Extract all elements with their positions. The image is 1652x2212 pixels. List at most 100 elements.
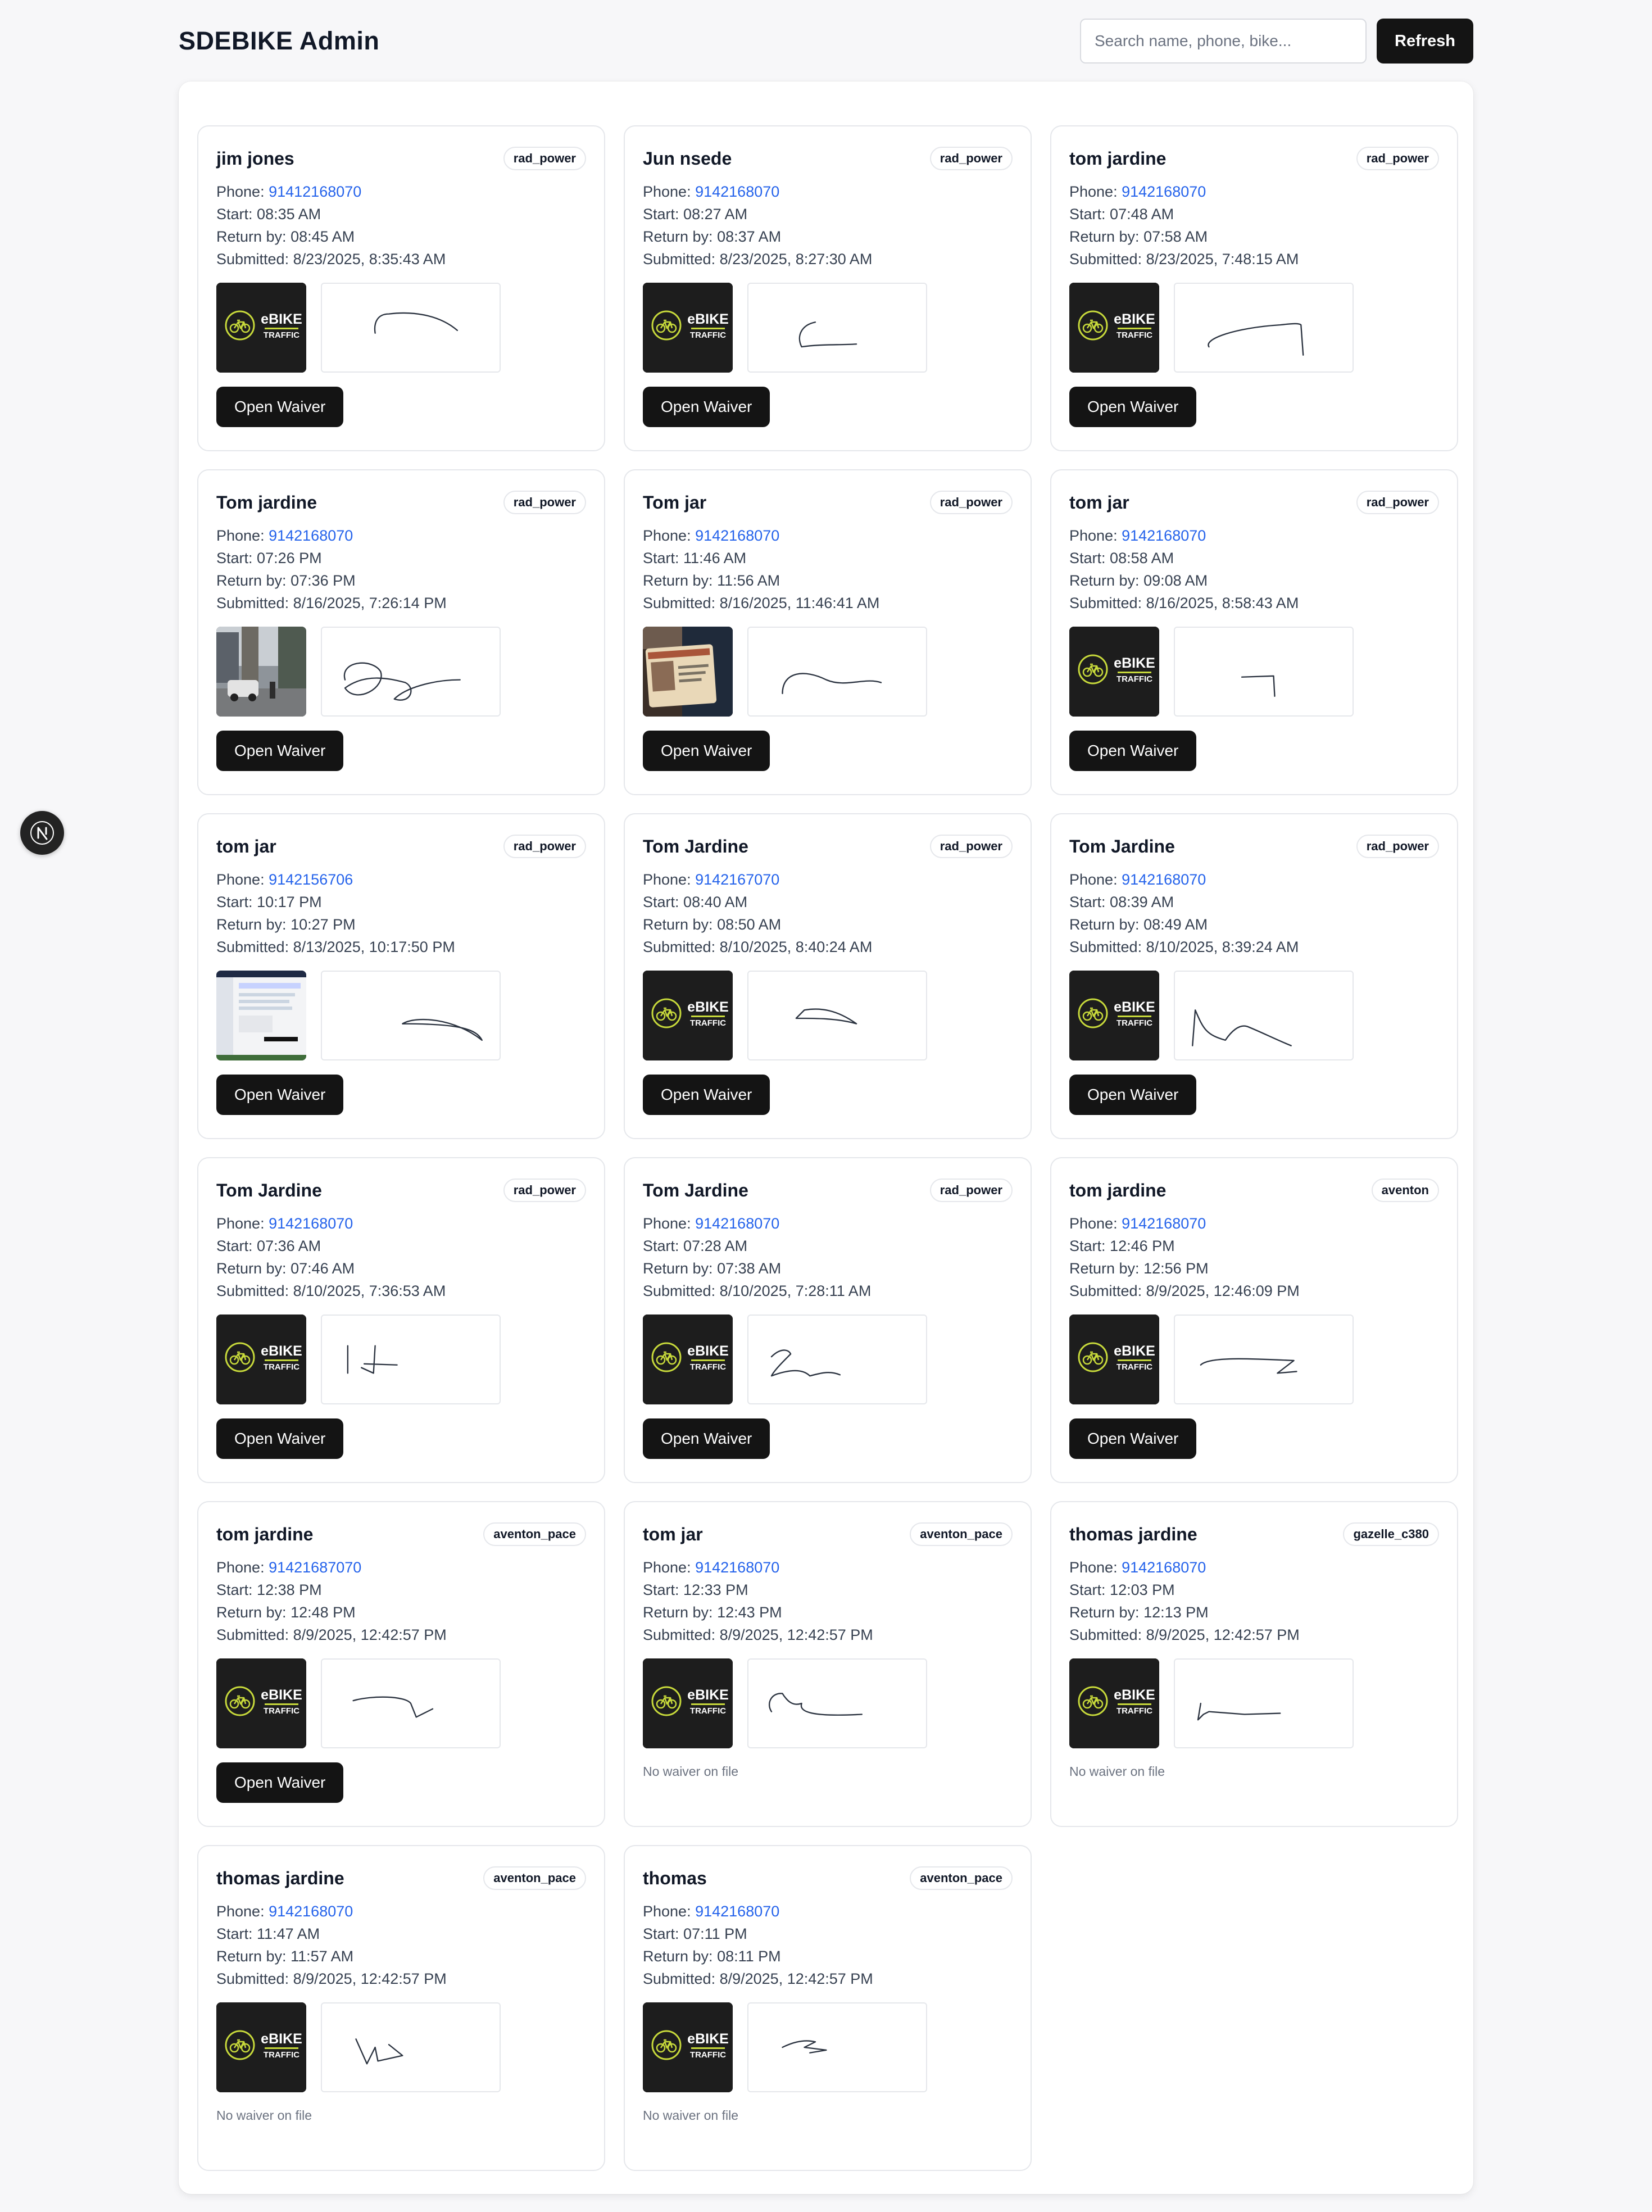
id-photo-thumbnail[interactable]: eBIKE TRAFFIC — [216, 1314, 306, 1404]
start-time: 08:27 AM — [683, 206, 748, 223]
rental-details: Phone: 9142168070 Start: 07:28 AM Return… — [643, 1212, 1013, 1302]
phone-link[interactable]: 9142168070 — [1122, 183, 1206, 200]
open-waiver-button[interactable]: Open Waiver — [643, 387, 770, 427]
id-photo-thumbnail[interactable]: eBIKE TRAFFIC — [643, 971, 733, 1060]
signature-image[interactable] — [321, 1658, 501, 1748]
phone-link[interactable]: 9142168070 — [1122, 1215, 1206, 1232]
no-waiver-note: No waiver on file — [216, 2108, 312, 2123]
phone-link[interactable]: 9142168070 — [1122, 527, 1206, 544]
open-waiver-button[interactable]: Open Waiver — [1069, 1075, 1197, 1115]
return-time: 12:56 PM — [1143, 1260, 1209, 1277]
id-photo-thumbnail[interactable]: eBIKE TRAFFIC — [216, 1658, 306, 1748]
open-waiver-button[interactable]: Open Waiver — [216, 387, 344, 427]
phone-row: Phone: 9142168070 — [216, 524, 586, 547]
logo-text: eBIKE — [1114, 311, 1155, 327]
id-photo-thumbnail[interactable]: eBIKE TRAFFIC — [1069, 1314, 1159, 1404]
signature-image[interactable] — [321, 1314, 501, 1404]
start-time: 08:35 AM — [257, 206, 321, 223]
phone-link[interactable]: 9142168070 — [1122, 871, 1206, 888]
open-waiver-button[interactable]: Open Waiver — [216, 1418, 344, 1459]
logo-subtext: TRAFFIC — [1116, 1362, 1153, 1372]
nextjs-dev-indicator-icon[interactable] — [20, 811, 64, 855]
card-header: Jun nsede rad_power — [643, 143, 1013, 174]
bicycle-logo-icon — [651, 1342, 682, 1372]
logo-text: eBIKE — [687, 1687, 729, 1703]
phone-label: Phone: — [216, 183, 265, 200]
signature-image[interactable] — [321, 2002, 501, 2092]
phone-link[interactable]: 9142168070 — [695, 527, 779, 544]
open-waiver-button[interactable]: Open Waiver — [1069, 1418, 1197, 1459]
open-waiver-button[interactable]: Open Waiver — [643, 731, 770, 771]
id-photo-thumbnail[interactable]: eBIKE TRAFFIC — [1069, 627, 1159, 717]
id-photo-thumbnail[interactable]: eBIKE TRAFFIC — [643, 2002, 733, 2092]
start-label: Start: — [216, 894, 253, 910]
phone-link[interactable]: 9142168070 — [695, 1903, 779, 1920]
rental-details: Phone: 9142168070 Start: 12:33 PM Return… — [643, 1556, 1013, 1646]
signature-image[interactable] — [1174, 283, 1354, 373]
open-waiver-button[interactable]: Open Waiver — [643, 1075, 770, 1115]
phone-link[interactable]: 9142168070 — [695, 183, 779, 200]
bike-badge: rad_power — [929, 835, 1013, 858]
bicycle-logo-icon — [651, 1686, 682, 1716]
open-waiver-button[interactable]: Open Waiver — [216, 731, 344, 771]
return-label: Return by: — [643, 916, 713, 933]
open-waiver-button[interactable]: Open Waiver — [216, 1075, 344, 1115]
id-photo-thumbnail[interactable]: eBIKE TRAFFIC — [643, 1658, 733, 1748]
signature-image[interactable] — [747, 627, 927, 717]
signature-image[interactable] — [747, 971, 927, 1060]
phone-label: Phone: — [643, 1215, 691, 1232]
start-row: Start: 07:11 PM — [643, 1923, 1013, 1945]
id-photo-thumbnail[interactable] — [216, 971, 306, 1060]
phone-link[interactable]: 9142168070 — [1122, 1559, 1206, 1576]
id-photo-thumbnail[interactable]: eBIKE TRAFFIC — [643, 283, 733, 373]
return-time: 07:36 PM — [291, 572, 356, 589]
id-photo-thumbnail[interactable] — [643, 627, 733, 717]
submitted-row: Submitted: 8/9/2025, 12:42:57 PM — [1069, 1624, 1439, 1646]
signature-image[interactable] — [321, 971, 501, 1060]
signature-image[interactable] — [747, 1314, 927, 1404]
signature-image[interactable] — [1174, 1658, 1354, 1748]
signature-image[interactable] — [1174, 627, 1354, 717]
logo-text: eBIKE — [687, 1343, 729, 1359]
phone-link[interactable]: 9142168070 — [269, 527, 353, 544]
phone-row: Phone: 9142156706 — [216, 868, 586, 891]
id-photo-thumbnail[interactable] — [216, 627, 306, 717]
submitted-label: Submitted: — [216, 1970, 289, 1987]
signature-image[interactable] — [747, 283, 927, 373]
return-label: Return by: — [643, 1260, 713, 1277]
id-photo-thumbnail[interactable]: eBIKE TRAFFIC — [1069, 1658, 1159, 1748]
signature-image[interactable] — [1174, 971, 1354, 1060]
id-photo-thumbnail[interactable]: eBIKE TRAFFIC — [643, 1314, 733, 1404]
open-waiver-button[interactable]: Open Waiver — [1069, 731, 1197, 771]
submitted-time: 8/23/2025, 8:35:43 AM — [293, 251, 446, 268]
phone-link[interactable]: 9142168070 — [695, 1215, 779, 1232]
phone-link[interactable]: 9142167070 — [695, 871, 779, 888]
start-label: Start: — [216, 206, 253, 223]
open-waiver-button[interactable]: Open Waiver — [216, 1762, 344, 1803]
logo-subtext: TRAFFIC — [689, 330, 727, 340]
submitted-label: Submitted: — [643, 1626, 716, 1643]
id-photo-thumbnail[interactable]: eBIKE TRAFFIC — [1069, 283, 1159, 373]
page-title: SDEBIKE Admin — [179, 26, 380, 55]
search-input[interactable] — [1080, 19, 1367, 64]
phone-link[interactable]: 91421687070 — [269, 1559, 361, 1576]
signature-image[interactable] — [321, 627, 501, 717]
signature-image[interactable] — [1174, 1314, 1354, 1404]
rider-name: tom jar — [1069, 492, 1129, 513]
return-time: 11:57 AM — [291, 1948, 354, 1965]
phone-link[interactable]: 9142168070 — [269, 1215, 353, 1232]
signature-image[interactable] — [747, 2002, 927, 2092]
id-photo-thumbnail[interactable]: eBIKE TRAFFIC — [216, 283, 306, 373]
phone-link[interactable]: 9142156706 — [269, 871, 353, 888]
submitted-row: Submitted: 8/9/2025, 12:42:57 PM — [643, 1624, 1013, 1646]
phone-link[interactable]: 9142168070 — [269, 1903, 353, 1920]
signature-image[interactable] — [747, 1658, 927, 1748]
open-waiver-button[interactable]: Open Waiver — [643, 1418, 770, 1459]
phone-link[interactable]: 91412168070 — [269, 183, 361, 200]
signature-image[interactable] — [321, 283, 501, 373]
open-waiver-button[interactable]: Open Waiver — [1069, 387, 1197, 427]
phone-link[interactable]: 9142168070 — [695, 1559, 779, 1576]
id-photo-thumbnail[interactable]: eBIKE TRAFFIC — [1069, 971, 1159, 1060]
refresh-button[interactable]: Refresh — [1377, 19, 1473, 64]
id-photo-thumbnail[interactable]: eBIKE TRAFFIC — [216, 2002, 306, 2092]
